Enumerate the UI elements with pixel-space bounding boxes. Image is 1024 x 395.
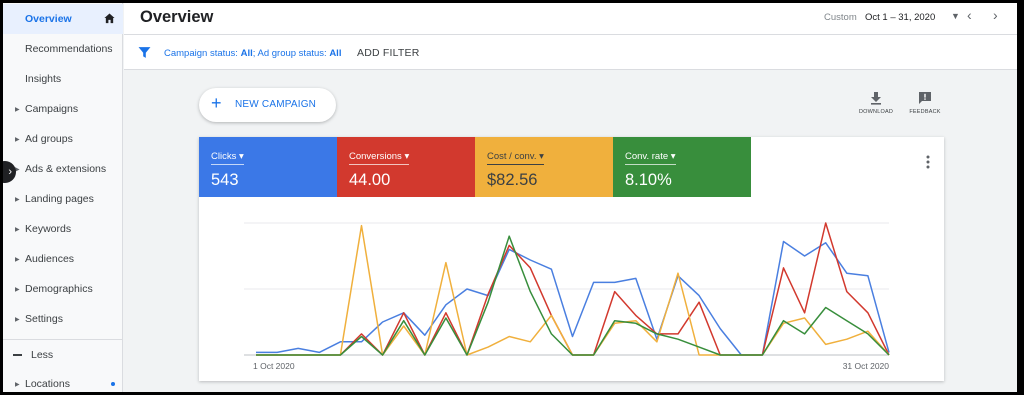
page-title: Overview (140, 8, 214, 26)
filter-campaign-status-label: Campaign status: (164, 48, 238, 59)
date-custom-label: Custom (824, 12, 857, 23)
minus-icon (13, 354, 22, 356)
sidebar-item-overview[interactable]: Overview (3, 4, 123, 34)
caret-right-icon: ▶ (15, 286, 20, 293)
app-frame: Overview Recommendations Insights ▶ Camp… (3, 3, 1017, 392)
metric-label: Clicks ▾ (211, 151, 244, 165)
sidebar-item-label: Landing pages (25, 193, 94, 205)
sidebar-item-label: Campaigns (25, 103, 79, 115)
sidebar: Overview Recommendations Insights ▶ Camp… (3, 3, 123, 392)
metric-cost-per-conv[interactable]: Cost / conv. ▾ $82.56 (475, 137, 613, 197)
caret-right-icon: ▶ (15, 316, 20, 323)
caret-right-icon: ▶ (15, 196, 20, 203)
filter-bar: Campaign status: All; Ad group status: A… (124, 35, 1017, 70)
filter-ad-group-status-value: All (329, 48, 342, 59)
metric-conv-rate[interactable]: Conv. rate ▾ 8.10% (613, 137, 751, 197)
metric-value: 8.10% (625, 171, 672, 189)
active-filters[interactable]: Campaign status: All; Ad group status: A… (164, 48, 341, 59)
download-icon (871, 92, 881, 105)
add-filter-button[interactable]: ADD FILTER (357, 47, 419, 59)
sidebar-item-label: Keywords (25, 223, 72, 235)
sidebar-item-keywords[interactable]: ▶ Keywords (3, 214, 123, 244)
sidebar-item-label: Locations (25, 378, 70, 390)
sidebar-item-label: Demographics (25, 283, 93, 295)
caret-right-icon: ▶ (15, 136, 20, 143)
metric-label: Cost / conv. ▾ (487, 151, 544, 165)
sidebar-item-label: Settings (25, 313, 63, 325)
caret-right-icon: ▶ (15, 226, 20, 233)
sidebar-item-label: Recommendations (25, 43, 113, 55)
notification-dot (111, 382, 115, 386)
dropdown-arrow-icon[interactable]: ▼ (951, 11, 960, 21)
more-vert-icon[interactable] (926, 155, 930, 169)
download-label: DOWNLOAD (859, 109, 893, 115)
sidebar-item-settings[interactable]: ▶ Settings (3, 304, 123, 334)
sidebar-item-locations[interactable]: ▶ Locations (3, 369, 123, 392)
feedback-label: FEEDBACK (909, 109, 941, 115)
chevron-left-icon[interactable]: ‹ (967, 7, 972, 23)
performance-chart: 1 Oct 2020 31 Oct 2020 (244, 222, 890, 371)
new-campaign-button[interactable]: + NEW CAMPAIGN (199, 88, 336, 122)
home-icon (104, 13, 115, 24)
x-axis-end-label: 31 Oct 2020 (843, 361, 890, 371)
sidebar-item-label: Ad groups (25, 133, 73, 145)
download-button[interactable]: DOWNLOAD (853, 91, 899, 115)
date-range-selector[interactable]: Oct 1 – 31, 2020 (865, 12, 935, 23)
metric-clicks[interactable]: Clicks ▾ 543 (199, 137, 337, 197)
metric-value: 543 (211, 171, 239, 189)
metric-value: 44.00 (349, 171, 391, 189)
sidebar-item-insights[interactable]: Insights (3, 64, 123, 94)
sidebar-item-label: Audiences (25, 253, 75, 265)
sidebar-item-label: Insights (25, 73, 62, 85)
sidebar-item-label: Ads & extensions (25, 163, 107, 175)
sidebar-less-toggle[interactable]: Less (3, 340, 123, 370)
sidebar-item-demographics[interactable]: ▶ Demographics (3, 274, 123, 304)
metric-label: Conversions ▾ (349, 151, 410, 165)
filter-ad-group-status-label: Ad group status: (257, 48, 327, 59)
sidebar-item-ads-extensions[interactable]: ▶ Ads & extensions (3, 154, 123, 184)
filter-campaign-status-value: All (240, 48, 253, 59)
new-campaign-label: NEW CAMPAIGN (235, 99, 317, 110)
caret-right-icon: ▶ (15, 256, 20, 263)
filter-icon[interactable] (138, 46, 151, 59)
sidebar-item-ad-groups[interactable]: ▶ Ad groups (3, 124, 123, 154)
chevron-right-icon: › (8, 166, 12, 178)
header: Overview Custom Oct 1 – 31, 2020 ▼ ‹ › (124, 3, 1017, 35)
sidebar-item-landing-pages[interactable]: ▶ Landing pages (3, 184, 123, 214)
metric-label: Conv. rate ▾ (625, 151, 676, 165)
chevron-right-icon[interactable]: › (993, 7, 998, 23)
plus-icon: + (211, 93, 222, 113)
sidebar-item-audiences[interactable]: ▶ Audiences (3, 244, 123, 274)
sidebar-item-label: Overview (25, 13, 72, 25)
sidebar-item-recommendations[interactable]: Recommendations (3, 34, 123, 64)
feedback-button[interactable]: FEEDBACK (902, 91, 948, 115)
metric-conversions[interactable]: Conversions ▾ 44.00 (337, 137, 475, 197)
caret-right-icon: ▶ (15, 106, 20, 113)
caret-right-icon: ▶ (15, 381, 20, 388)
series-line-clicks (256, 240, 890, 356)
performance-card: Clicks ▾ 543 Conversions ▾ 44.00 Cost / … (199, 137, 944, 381)
chart-grid (244, 222, 889, 356)
sidebar-less-label: Less (31, 349, 54, 361)
metric-value: $82.56 (487, 171, 538, 189)
feedback-icon (919, 92, 931, 104)
sidebar-item-campaigns[interactable]: ▶ Campaigns (3, 94, 123, 124)
x-axis-start-label: 1 Oct 2020 (253, 361, 295, 371)
